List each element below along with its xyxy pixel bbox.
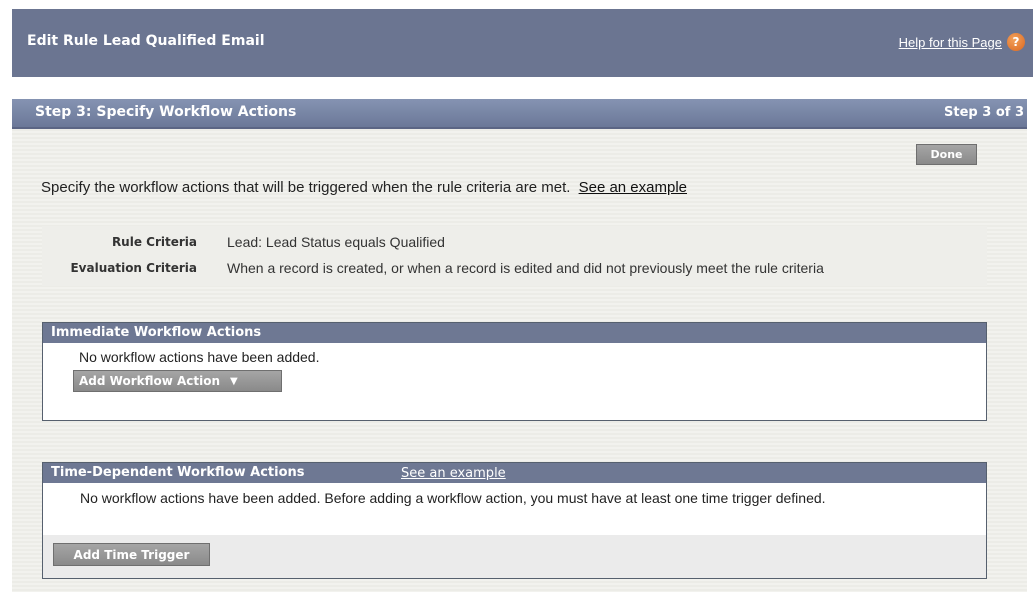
time-dependent-actions-section: Time-Dependent Workflow Actions See an e… (42, 462, 987, 579)
evaluation-criteria-row: Evaluation Criteria When a record is cre… (42, 260, 987, 281)
step-header: Step 3: Specify Workflow Actions Step 3 … (12, 99, 1027, 129)
page-header: Edit Rule Lead Qualified Email Help for … (12, 9, 1033, 77)
immediate-actions-section: Immediate Workflow Actions No workflow a… (42, 322, 987, 421)
immediate-empty-message: No workflow actions have been added. (79, 349, 320, 365)
help-area: Help for this Page ? (899, 33, 1025, 51)
done-button[interactable]: Done (916, 144, 977, 165)
evaluation-criteria-label: Evaluation Criteria (70, 261, 197, 275)
immediate-actions-header: Immediate Workflow Actions (43, 323, 986, 343)
help-icon[interactable]: ? (1007, 33, 1025, 51)
time-dependent-example-link[interactable]: See an example (401, 466, 506, 481)
add-time-trigger-button[interactable]: Add Time Trigger (53, 543, 210, 566)
rule-criteria-row: Rule Criteria Lead: Lead Status equals Q… (42, 234, 987, 255)
add-workflow-action-label: Add Workflow Action (79, 374, 221, 388)
add-workflow-action-button[interactable]: Add Workflow Action ▼ (73, 370, 282, 392)
rule-criteria-label: Rule Criteria (111, 235, 197, 249)
step-count: Step 3 of 3 (944, 105, 1024, 120)
page-title: Edit Rule Lead Qualified Email (27, 33, 265, 49)
see-example-link[interactable]: See an example (579, 179, 687, 196)
step-panel: Step 3: Specify Workflow Actions Step 3 … (12, 99, 1027, 592)
intro-text-line: Specify the workflow actions that will b… (41, 179, 687, 196)
chevron-down-icon: ▼ (230, 375, 238, 387)
intro-text: Specify the workflow actions that will b… (41, 179, 571, 196)
help-link[interactable]: Help for this Page (899, 35, 1002, 50)
step-title: Step 3: Specify Workflow Actions (35, 104, 297, 120)
criteria-box: Rule Criteria Lead: Lead Status equals Q… (42, 226, 987, 286)
time-dependent-header: Time-Dependent Workflow Actions See an e… (43, 463, 986, 483)
evaluation-criteria-value: When a record is created, or when a reco… (227, 260, 824, 276)
time-dependent-title: Time-Dependent Workflow Actions (51, 465, 305, 480)
time-dependent-empty-message: No workflow actions have been added. Bef… (80, 490, 826, 506)
immediate-actions-title: Immediate Workflow Actions (51, 325, 262, 340)
rule-criteria-value: Lead: Lead Status equals Qualified (227, 234, 445, 250)
